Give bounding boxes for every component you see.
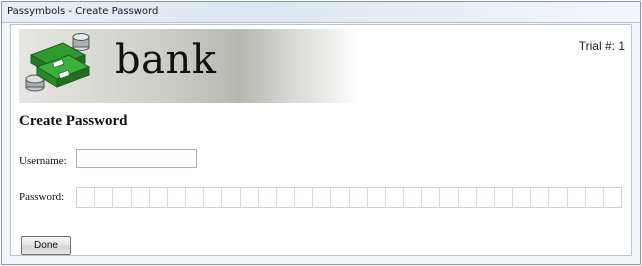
password-slot[interactable] [150,188,168,207]
password-slot[interactable] [186,188,205,207]
password-slot[interactable] [531,188,550,207]
password-slot[interactable] [477,188,495,207]
password-slot[interactable] [386,188,405,207]
password-slot[interactable] [513,188,532,207]
password-slot[interactable] [404,188,423,207]
username-label: Username: [19,155,67,167]
password-symbol-grid[interactable] [76,187,622,208]
password-slot[interactable] [132,188,150,207]
bank-banner: bank [19,29,359,103]
done-button[interactable]: Done [21,236,71,255]
username-input[interactable] [76,149,197,168]
password-slot[interactable] [568,188,586,207]
password-slot[interactable] [95,188,114,207]
password-slot[interactable] [604,188,621,207]
password-slot[interactable] [422,188,441,207]
password-slot[interactable] [168,188,187,207]
trial-number: Trial #: 1 [578,39,625,53]
password-slot[interactable] [495,188,514,207]
title-bar[interactable]: Passymbols - Create Password [2,2,640,23]
password-slot[interactable] [313,188,332,207]
password-slot[interactable] [549,188,568,207]
password-slot[interactable] [586,188,604,207]
password-slot[interactable] [77,188,96,207]
password-slot[interactable] [295,188,314,207]
password-slot[interactable] [222,188,241,207]
password-slot[interactable] [459,188,477,207]
password-slot[interactable] [350,188,368,207]
password-slot[interactable] [259,188,277,207]
password-slot[interactable] [277,188,296,207]
password-slot[interactable] [440,188,459,207]
password-slot[interactable] [241,188,259,207]
password-label: Password: [19,191,65,203]
main-panel: bank Trial #: 1 Create Password Username… [10,24,632,256]
password-slot[interactable] [331,188,350,207]
bank-title: bank [115,37,217,83]
password-slot[interactable] [204,188,223,207]
page-title: Create Password [19,113,128,129]
window-title: Passymbols - Create Password [7,6,159,17]
app-window: Passymbols - Create Password bank Trial … [1,1,641,265]
password-slot[interactable] [368,188,386,207]
password-slot[interactable] [113,188,132,207]
money-stack-icon [25,33,91,92]
